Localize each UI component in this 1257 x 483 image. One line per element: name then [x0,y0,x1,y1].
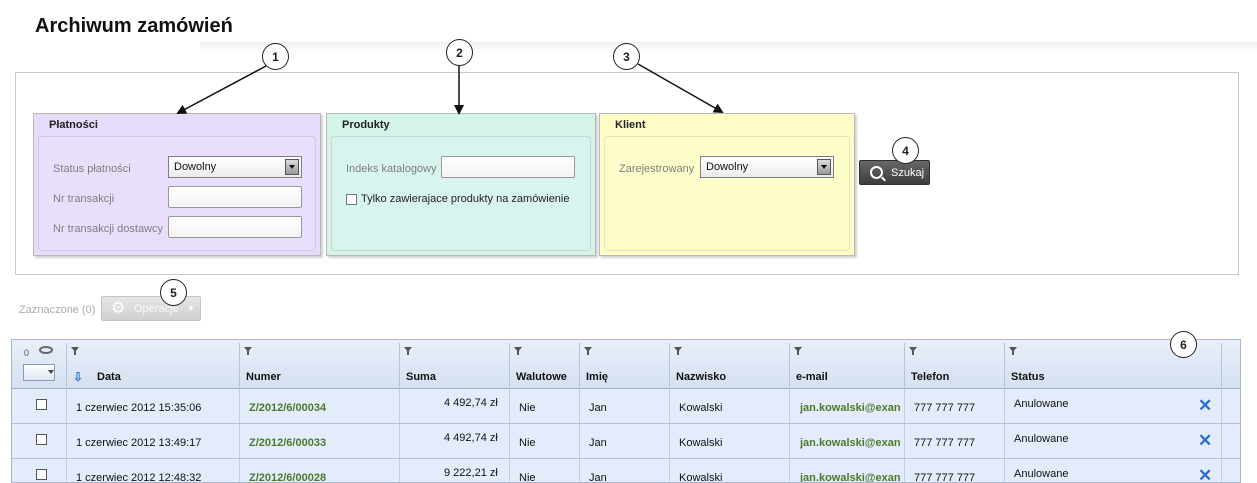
row-date: 1 czerwiec 2012 13:49:17 [76,437,202,449]
row-email-link[interactable]: jan.kowalski@exan [800,437,904,449]
gear-icon: ⚙ [111,300,126,317]
filter-icon[interactable] [514,347,522,355]
chevron-down-icon[interactable] [285,159,299,175]
chevron-down-icon: ▼ [187,304,195,313]
callout-1: 1 [262,43,289,70]
client-filter-box: Klient [599,113,855,256]
row-sum: 9 222,21 zł [444,467,498,479]
visible-columns-count: 0 [24,348,30,358]
row-phone: 777 777 777 [914,437,976,449]
page-title: Archiwum zamówień [35,15,233,37]
row-sum: 4 492,74 zł [444,397,498,409]
row-status: Anulowane [1014,468,1069,480]
filter-icon[interactable] [244,347,252,355]
filter-icon[interactable] [404,347,412,355]
grid-header: 0 ⇩ Data Numer Suma Walutowe Imię Nazwis… [12,340,1240,389]
order-products-checkbox-label: Tylko zawierajace produkty na zamówienie [361,193,570,205]
table-row[interactable]: 1 czerwiec 2012 12:48:32 Z/2012/6/00028 … [12,459,1240,483]
filter-icon[interactable] [674,347,682,355]
payment-status-select[interactable]: Dowolny [168,156,302,178]
supplier-transaction-label: Nr transakcji dostawcy [53,223,164,235]
row-currency: Nie [519,472,536,483]
row-first-name: Jan [589,472,607,483]
row-last-name: Kowalski [679,472,723,483]
catalog-index-input[interactable] [441,156,575,178]
order-products-checkbox-row[interactable]: Tylko zawierajace produkty na zamówienie [346,193,570,205]
filter-icon[interactable] [71,347,79,355]
row-checkbox[interactable] [36,399,47,410]
order-number-link[interactable]: Z/2012/6/00033 [249,437,326,449]
registered-select[interactable]: Dowolny [700,156,834,178]
filter-icon[interactable] [1009,347,1017,355]
column-header-status[interactable]: Status [1011,371,1045,383]
table-row[interactable]: 1 czerwiec 2012 15:35:06 Z/2012/6/00034 … [12,389,1240,424]
callout-4: 4 [892,137,919,164]
title-divider [200,42,1257,53]
transaction-number-label: Nr transakcji [53,193,115,205]
chevron-down-icon[interactable] [48,370,54,374]
column-header-data[interactable]: Data [97,371,121,383]
payment-status-label: Status płatności [53,163,131,175]
search-button[interactable]: Szukaj [859,160,930,185]
column-header-imie[interactable]: Imię [586,371,608,383]
row-status: Anulowane [1014,398,1069,410]
orders-grid: 0 ⇩ Data Numer Suma Walutowe Imię Nazwis… [11,339,1241,483]
row-email-link[interactable]: jan.kowalski@exan [800,472,904,482]
row-first-name: Jan [589,437,607,449]
row-last-name: Kowalski [679,437,723,449]
callout-2: 2 [446,39,473,66]
eye-icon[interactable] [39,346,53,354]
row-checkbox[interactable] [36,434,47,445]
callout-3: 3 [613,43,640,70]
search-button-label: Szukaj [891,167,925,179]
row-phone: 777 777 777 [914,402,976,414]
column-header-telefon[interactable]: Telefon [911,371,949,383]
row-currency: Nie [519,437,536,449]
order-products-checkbox[interactable] [346,193,357,205]
order-number-link[interactable]: Z/2012/6/00034 [249,402,326,414]
sort-descending-icon[interactable]: ⇩ [73,370,83,384]
payment-status-value: Dowolny [174,161,217,173]
row-checkbox[interactable] [36,469,47,480]
filter-icon[interactable] [794,347,802,355]
registered-value: Dowolny [706,161,749,173]
supplier-transaction-input[interactable] [168,216,302,238]
callout-5: 5 [160,279,187,306]
filter-icon[interactable] [584,347,592,355]
products-title: Produkty [342,119,390,131]
column-header-nazwisko[interactable]: Nazwisko [676,371,726,383]
row-email-link[interactable]: jan.kowalski@exan [800,402,904,414]
filter-icon[interactable] [909,347,917,355]
chevron-down-icon[interactable] [817,159,831,175]
row-date: 1 czerwiec 2012 15:35:06 [76,402,202,414]
row-first-name: Jan [589,402,607,414]
delete-icon[interactable]: ✕ [1198,467,1212,482]
column-header-suma[interactable]: Suma [406,371,436,383]
transaction-number-input[interactable] [168,186,302,208]
client-title: Klient [615,119,646,131]
column-header-email[interactable]: e-mail [796,371,828,383]
registered-label: Zarejestrowany [619,163,695,175]
catalog-index-label: Indeks katalogowy [346,163,437,175]
operations-button[interactable]: ⚙ Operacje ▼ [101,296,201,321]
products-filter-box: Produkty [326,113,596,256]
delete-icon[interactable]: ✕ [1198,397,1212,414]
column-header-walutowe[interactable]: Walutowe [516,371,567,383]
row-date: 1 czerwiec 2012 12:48:32 [76,472,202,483]
selected-count-label: Zaznaczone (0) [19,304,96,316]
search-icon [870,166,883,179]
row-status: Anulowane [1014,433,1069,445]
table-row[interactable]: 1 czerwiec 2012 13:49:17 Z/2012/6/00033 … [12,424,1240,459]
row-sum: 4 492,74 zł [444,432,498,444]
row-currency: Nie [519,402,536,414]
row-last-name: Kowalski [679,402,723,414]
payments-title: Płatności [49,119,98,131]
column-header-numer[interactable]: Numer [246,371,281,383]
callout-6: 6 [1170,331,1197,358]
order-number-link[interactable]: Z/2012/6/00028 [249,472,326,482]
row-phone: 777 777 777 [914,472,976,483]
delete-icon[interactable]: ✕ [1198,432,1212,449]
